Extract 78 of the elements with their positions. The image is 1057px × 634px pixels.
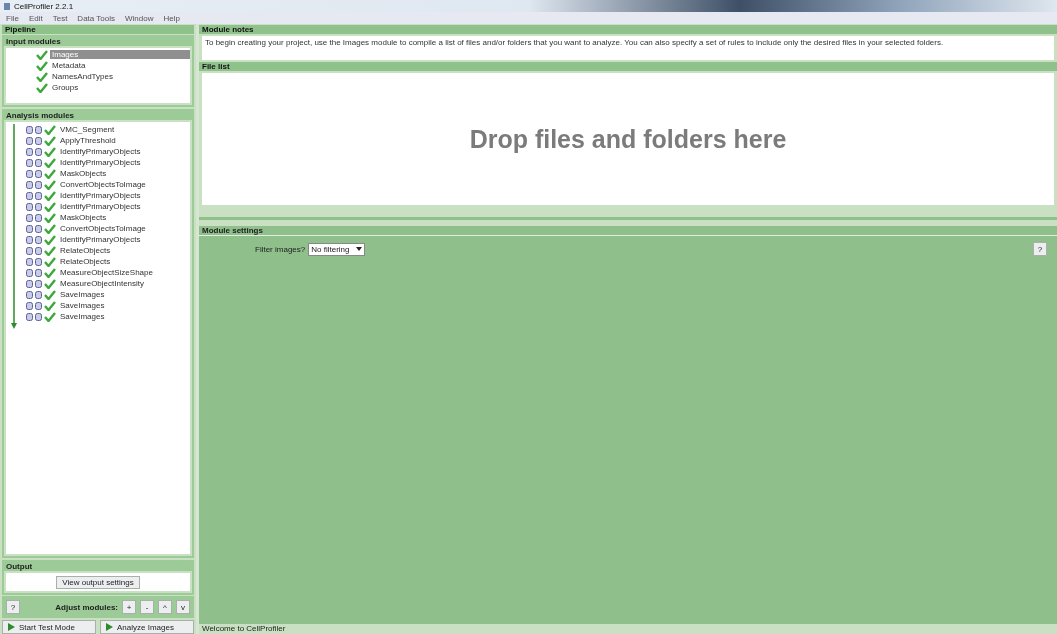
menu-item[interactable]: Test [52, 13, 68, 23]
checkmark-icon[interactable] [36, 60, 48, 71]
module-item[interactable]: SaveImages [58, 290, 107, 299]
adjust-button[interactable]: + [122, 600, 136, 614]
adjust-button[interactable]: - [140, 600, 154, 614]
module-item[interactable]: Groups [50, 83, 81, 92]
app-icon [4, 2, 10, 10]
module-item[interactable]: IdentifyPrimaryObjects [58, 202, 143, 211]
module-item[interactable]: MeasureObjectSizeShape [58, 268, 155, 277]
checkmark-icon[interactable] [44, 300, 56, 311]
module-item[interactable]: IdentifyPrimaryObjects [58, 147, 143, 156]
checkmark-icon[interactable] [44, 289, 56, 300]
checkmark-icon[interactable] [44, 157, 56, 168]
module-item[interactable]: MaskObjects [58, 169, 109, 178]
menu-item[interactable]: Edit [28, 13, 43, 23]
filter-label: Filter images? [255, 244, 306, 254]
checkmark-icon[interactable] [44, 245, 56, 256]
checkmark-icon[interactable] [36, 82, 48, 93]
checkmark-icon[interactable] [44, 168, 56, 179]
panel-header: Pipeline [2, 25, 194, 34]
module-item[interactable]: SaveImages [58, 301, 107, 310]
module-item[interactable]: IdentifyPrimaryObjects [58, 158, 143, 167]
menu-item[interactable]: Window [125, 13, 154, 23]
module-item[interactable]: NamesAndTypes [50, 72, 115, 81]
panel-header: Module notes [199, 25, 1057, 34]
module-item[interactable]: ApplyThreshold [58, 136, 118, 145]
module-item[interactable]: Metadata [50, 61, 88, 70]
menu-item[interactable]: File [6, 13, 19, 23]
checkmark-icon[interactable] [44, 190, 56, 201]
checkmark-icon[interactable] [44, 278, 56, 289]
view-output-settings-button[interactable]: View output settings [56, 575, 140, 589]
module-item[interactable]: SaveImages [58, 312, 107, 321]
checkmark-icon[interactable] [44, 311, 56, 322]
module-item[interactable]: IdentifyPrimaryObjects [58, 235, 143, 244]
menu-item[interactable]: Data Tools [77, 13, 115, 23]
file-drop-area[interactable]: Drop files and folders here [202, 73, 1054, 205]
checkmark-icon[interactable] [44, 212, 56, 223]
module-item[interactable]: IdentifyPrimaryObjects [58, 191, 143, 200]
drop-hint: Drop files and folders here [469, 125, 787, 155]
panel-header: File list [199, 62, 1057, 71]
adjust-modules-label: Adjust modules: [54, 602, 118, 612]
play-icon [106, 623, 113, 631]
panel-header: Input modules [4, 37, 192, 46]
run-button[interactable]: Analyze Images [100, 620, 194, 634]
help-button[interactable]: ? [1033, 242, 1047, 256]
checkmark-icon[interactable] [44, 223, 56, 234]
run-button[interactable]: Start Test Mode [2, 620, 96, 634]
checkmark-icon[interactable] [44, 146, 56, 157]
window-title: CellProfiler 2.2.1 [14, 1, 74, 11]
checkmark-icon[interactable] [44, 267, 56, 278]
module-item[interactable]: RelateObjects [58, 257, 113, 266]
flow-arrow-icon [11, 124, 17, 330]
caret-icon [355, 247, 362, 251]
play-icon [8, 623, 15, 631]
menu-item[interactable]: Help [163, 13, 180, 23]
module-item[interactable]: MaskObjects [58, 213, 109, 222]
module-item[interactable]: ConvertObjectsToImage [58, 180, 148, 189]
checkmark-icon[interactable] [44, 234, 56, 245]
checkmark-icon[interactable] [36, 49, 48, 60]
adjust-button[interactable]: v [176, 600, 190, 614]
checkmark-icon[interactable] [44, 256, 56, 267]
status-bar: Welcome to CellProfiler [199, 623, 1057, 634]
module-item[interactable]: MeasureObjectIntensity [58, 279, 147, 288]
module-item[interactable]: RelateObjects [58, 246, 113, 255]
adjust-button[interactable]: ^ [158, 600, 172, 614]
checkmark-icon[interactable] [44, 124, 56, 135]
checkmark-icon[interactable] [44, 201, 56, 212]
panel-header: Output [4, 562, 192, 571]
panel-header: Module settings [199, 226, 1057, 236]
checkmark-icon[interactable] [36, 71, 48, 82]
module-item[interactable]: VMC_Segment [58, 125, 117, 134]
filter-dropdown[interactable]: No filtering [308, 242, 365, 256]
panel-header: Analysis modules [4, 111, 192, 120]
module-item[interactable]: ConvertObjectsToImage [58, 224, 148, 233]
module-notes-text: To begin creating your project, use the Images module to compile a list of files and/or folders that you want to analyze. You can also specify a set of rules to include only the desired files in your selected folders. [205, 38, 944, 47]
help-button[interactable]: ? [6, 600, 20, 614]
checkmark-icon[interactable] [44, 135, 56, 146]
checkmark-icon[interactable] [44, 179, 56, 190]
